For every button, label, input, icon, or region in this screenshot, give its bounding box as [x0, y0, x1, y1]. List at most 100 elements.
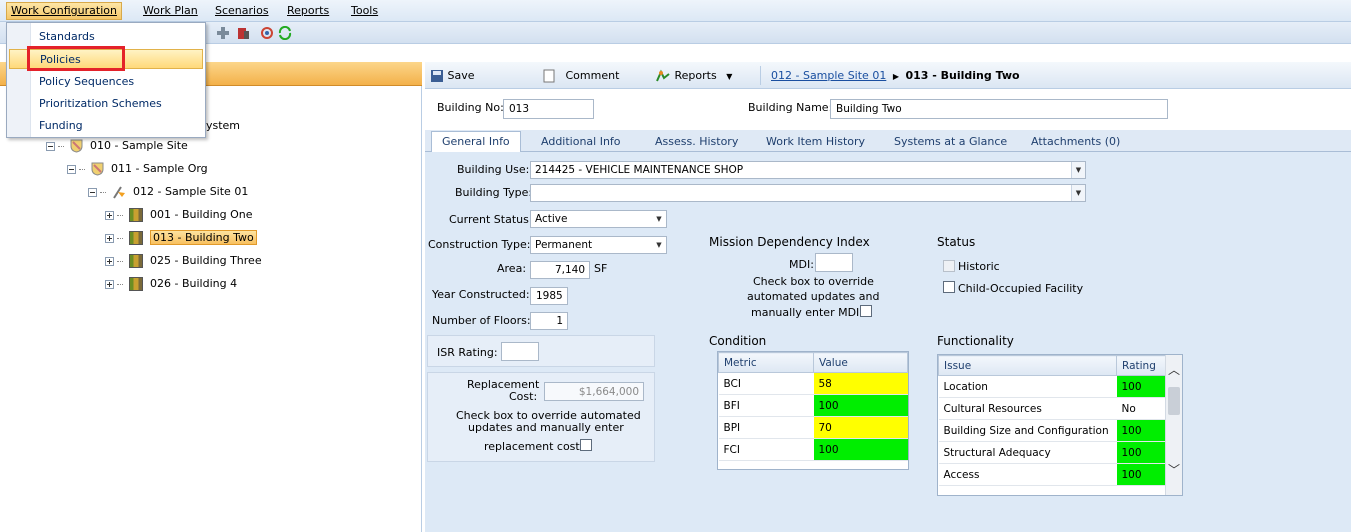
selected-node-label: 013 - Building Two — [150, 230, 257, 245]
functionality-scrollbar[interactable]: ︿ ﹀ — [1165, 355, 1182, 495]
tab-strip: General Info Additional Info Assess. His… — [425, 130, 1351, 153]
expand-icon[interactable] — [105, 256, 114, 266]
delete-building-icon[interactable] — [236, 26, 250, 40]
mdi-field[interactable] — [815, 253, 853, 272]
menu-item-funding[interactable]: Funding — [9, 116, 203, 136]
site-flag-icon — [112, 186, 125, 199]
building-icon — [128, 208, 143, 222]
tree-panel: System 010 - Sample Site 011 - Sample Or… — [0, 86, 422, 532]
tab-general-info[interactable]: General Info — [431, 131, 521, 153]
mdi-label: MDI: — [789, 258, 814, 271]
tree-item-010[interactable]: 010 - Sample Site — [46, 137, 188, 155]
construction-type-label: Construction Type: — [428, 238, 531, 251]
rating-header[interactable]: Rating — [1116, 355, 1166, 376]
year-constructed-field[interactable]: 1985 — [530, 287, 568, 305]
breadcrumb-link[interactable]: 012 - Sample Site 01 — [771, 69, 886, 82]
sync-icon[interactable] — [278, 25, 292, 41]
isr-rating-field[interactable] — [501, 342, 539, 361]
save-button[interactable]: Save — [430, 68, 475, 84]
table-row[interactable]: BFI 100 — [718, 394, 908, 417]
issue-cell: Cultural Resources — [938, 397, 1117, 420]
expand-icon[interactable] — [105, 210, 114, 220]
rating-cell: No — [1116, 397, 1166, 420]
record-toolbar: Save Comment Reports ▼ 012 - Sample Site… — [425, 62, 1351, 89]
metric-cell: FCI — [718, 438, 814, 461]
building-icon — [128, 231, 143, 245]
collapse-icon[interactable] — [67, 164, 76, 174]
breadcrumb-current: 013 - Building Two — [905, 69, 1020, 82]
scroll-thumb[interactable] — [1168, 387, 1180, 415]
building-use-select[interactable]: 214425 - VEHICLE MAINTENANCE SHOP ▼ — [530, 161, 1086, 179]
tree-item-026[interactable]: 026 - Building 4 — [105, 275, 237, 293]
table-row[interactable]: Building Size and Configuration 100 — [938, 419, 1166, 442]
current-status-select[interactable]: Active ▼ — [530, 210, 667, 228]
tree-item-001[interactable]: 001 - Building One — [105, 206, 252, 224]
menu-scenarios[interactable]: Scenarios — [211, 3, 273, 19]
condition-title: Condition — [709, 334, 767, 348]
table-row[interactable]: Access 100 — [938, 463, 1166, 486]
expand-icon[interactable] — [105, 233, 114, 243]
menu-tools[interactable]: Tools — [347, 3, 382, 19]
number-of-floors-field[interactable]: 1 — [530, 312, 568, 330]
building-no-label: Building No: — [437, 101, 504, 114]
tab-attachments[interactable]: Attachments (0) — [1021, 132, 1130, 152]
rating-cell: 100 — [1116, 419, 1166, 442]
number-of-floors-label: Number of Floors: — [432, 314, 531, 327]
metric-cell: BPI — [718, 416, 814, 439]
building-name-field[interactable]: Building Two — [830, 99, 1168, 119]
tree-item-025[interactable]: 025 - Building Three — [105, 252, 262, 270]
issue-cell: Building Size and Configuration — [938, 419, 1117, 442]
refresh-icon[interactable] — [260, 26, 274, 40]
replacement-cost-field[interactable]: $1,664,000 — [544, 382, 644, 401]
add-node-icon[interactable] — [216, 26, 230, 40]
table-row[interactable]: FCI 100 — [718, 438, 908, 461]
building-type-select[interactable]: ▼ — [530, 184, 1086, 202]
building-no-field[interactable]: 013 — [503, 99, 594, 119]
table-row[interactable]: Cultural Resources No — [938, 397, 1166, 420]
tree-item-011[interactable]: 011 - Sample Org — [67, 160, 208, 178]
mdi-note-1: Check box to override — [753, 275, 874, 288]
expand-icon[interactable] — [105, 279, 114, 289]
menu-work-configuration[interactable]: Work Configuration — [6, 2, 122, 20]
historic-checkbox[interactable] — [943, 260, 955, 272]
tab-assess-history[interactable]: Assess. History — [645, 132, 748, 152]
area-label: Area: — [497, 262, 527, 275]
building-use-label: Building Use: — [457, 163, 530, 176]
child-occupied-checkbox[interactable] — [943, 281, 955, 293]
tab-work-item-history[interactable]: Work Item History — [756, 132, 875, 152]
menu-item-standards[interactable]: Standards — [9, 27, 203, 47]
menu-reports[interactable]: Reports — [283, 3, 333, 19]
menu-work-plan[interactable]: Work Plan — [139, 3, 202, 19]
tree-item-012[interactable]: 012 - Sample Site 01 — [88, 183, 248, 201]
issue-header[interactable]: Issue — [938, 355, 1117, 376]
area-field[interactable]: 7,140 — [530, 261, 590, 279]
rating-cell: 100 — [1116, 375, 1166, 398]
tree-item-013[interactable]: 013 - Building Two — [105, 229, 257, 247]
table-row[interactable]: Location 100 — [938, 375, 1166, 398]
collapse-icon[interactable] — [46, 141, 55, 151]
value-cell: 58 — [813, 372, 908, 395]
rating-cell: 100 — [1116, 441, 1166, 464]
construction-type-select[interactable]: Permanent ▼ — [530, 236, 667, 254]
chevron-down-icon: ▼ — [1071, 162, 1085, 178]
work-configuration-menu: Standards Policies Policy Sequences Prio… — [6, 22, 206, 138]
override-replacement-checkbox[interactable] — [580, 439, 592, 451]
highlight-box — [27, 46, 125, 71]
year-constructed-label: Year Constructed: — [432, 288, 530, 301]
comment-button[interactable]: Comment — [543, 68, 619, 84]
table-row[interactable]: BPI 70 — [718, 416, 908, 439]
replacement-cost-label-2: Cost: — [509, 390, 538, 403]
table-row[interactable]: Structural Adequacy 100 — [938, 441, 1166, 464]
override-mdi-checkbox[interactable] — [860, 305, 872, 317]
reports-button[interactable]: Reports ▼ — [655, 68, 732, 84]
tab-systems-at-a-glance[interactable]: Systems at a Glance — [884, 132, 1017, 152]
menu-item-policy-sequences[interactable]: Policy Sequences — [9, 72, 203, 92]
metric-header[interactable]: Metric — [718, 352, 814, 373]
menu-item-prioritization-schemes[interactable]: Prioritization Schemes — [9, 94, 203, 114]
value-header[interactable]: Value — [813, 352, 908, 373]
tab-additional-info[interactable]: Additional Info — [531, 132, 631, 152]
scroll-up-icon[interactable]: ︿ — [1168, 361, 1180, 378]
table-row[interactable]: BCI 58 — [718, 372, 908, 395]
scroll-down-icon[interactable]: ﹀ — [1168, 461, 1180, 478]
collapse-icon[interactable] — [88, 187, 97, 197]
